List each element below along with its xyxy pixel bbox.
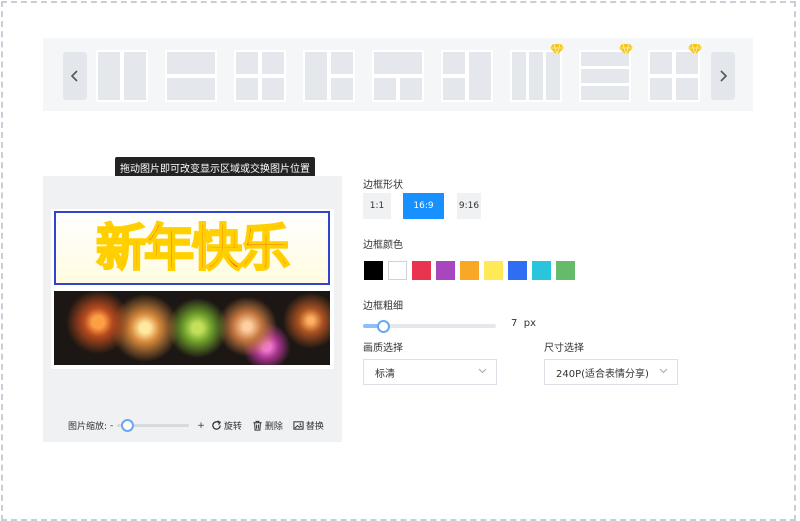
collage-canvas: 新年快乐: [51, 209, 334, 369]
quality-label: 画质选择: [363, 343, 403, 354]
rotate-label: 旋转: [223, 422, 242, 432]
color-swatch-blue[interactable]: [508, 261, 527, 280]
color-swatch-red[interactable]: [412, 261, 431, 280]
template-right-large[interactable]: [441, 50, 493, 102]
size-select-value: 240P(适合表情分享): [556, 368, 649, 380]
image-editor: 新年快乐 图片缩放: - + 旋转 删除 替换: [43, 176, 342, 442]
replace-label: 替换: [305, 422, 324, 432]
template-grid-2x2[interactable]: [234, 50, 286, 102]
template-two-columns[interactable]: [96, 50, 148, 102]
delete-label: 删除: [264, 422, 283, 432]
shape-option-16-9[interactable]: 16:9: [403, 193, 444, 219]
trash-icon: [253, 420, 262, 431]
border-width-slider[interactable]: [363, 320, 496, 333]
zoom-out-button[interactable]: -: [110, 421, 113, 431]
chevron-down-icon: [659, 368, 668, 374]
border-width-value: 7 px: [511, 318, 536, 329]
quality-select-value: 标清: [375, 368, 395, 380]
rotate-icon: [212, 420, 221, 430]
color-swatch-green[interactable]: [556, 261, 575, 280]
zoom-in-button[interactable]: +: [197, 421, 205, 431]
color-swatch-black[interactable]: [364, 261, 383, 280]
template-three-rows[interactable]: [579, 44, 633, 102]
drag-tooltip: 拖动图片即可改变显示区域或交换图片位置: [115, 157, 315, 182]
template-next-button[interactable]: [711, 52, 735, 100]
image-slot-fireworks[interactable]: [54, 291, 330, 365]
size-select[interactable]: 240P(适合表情分享): [544, 359, 678, 385]
size-label: 尺寸选择: [544, 343, 584, 354]
image-slot-banner[interactable]: 新年快乐: [54, 211, 330, 285]
shape-option-9-16[interactable]: 9:16: [457, 193, 481, 219]
template-mixed-grid[interactable]: [648, 44, 702, 102]
color-swatch-white[interactable]: [388, 261, 407, 280]
template-two-rows[interactable]: [165, 50, 217, 102]
chevron-down-icon: [478, 368, 487, 374]
image-icon: [293, 421, 304, 430]
quality-select[interactable]: 标清: [363, 359, 497, 385]
zoom-slider[interactable]: [117, 419, 190, 432]
color-swatch-cyan[interactable]: [532, 261, 551, 280]
image-toolbar: 图片缩放: - + 旋转 删除 替换: [68, 419, 334, 432]
border-width-slider-thumb[interactable]: [377, 320, 390, 333]
replace-button[interactable]: 替换: [293, 419, 324, 432]
diamond-icon: [619, 44, 633, 55]
template-three-columns[interactable]: [510, 44, 564, 102]
diamond-icon: [688, 44, 702, 55]
border-width-label: 边框粗细: [363, 301, 403, 312]
color-swatch-orange[interactable]: [460, 261, 479, 280]
border-color-label: 边框颜色: [363, 240, 403, 251]
template-strip: [43, 38, 753, 111]
zoom-slider-thumb[interactable]: [121, 419, 135, 432]
diamond-icon: [550, 44, 564, 55]
template-prev-button[interactable]: [63, 52, 87, 100]
color-swatch-purple[interactable]: [436, 261, 455, 280]
zoom-label: 图片缩放:: [68, 422, 108, 432]
color-swatch-yellow[interactable]: [484, 261, 503, 280]
banner-text: 新年快乐: [95, 218, 291, 278]
chevron-left-icon: [71, 70, 78, 82]
rotate-button[interactable]: 旋转: [211, 419, 242, 432]
shape-option-1-1[interactable]: 1:1: [363, 193, 391, 219]
delete-button[interactable]: 删除: [252, 419, 283, 432]
template-top-large[interactable]: [372, 50, 424, 102]
template-left-large[interactable]: [303, 50, 355, 102]
border-shape-label: 边框形状: [363, 180, 403, 191]
chevron-right-icon: [720, 70, 727, 82]
